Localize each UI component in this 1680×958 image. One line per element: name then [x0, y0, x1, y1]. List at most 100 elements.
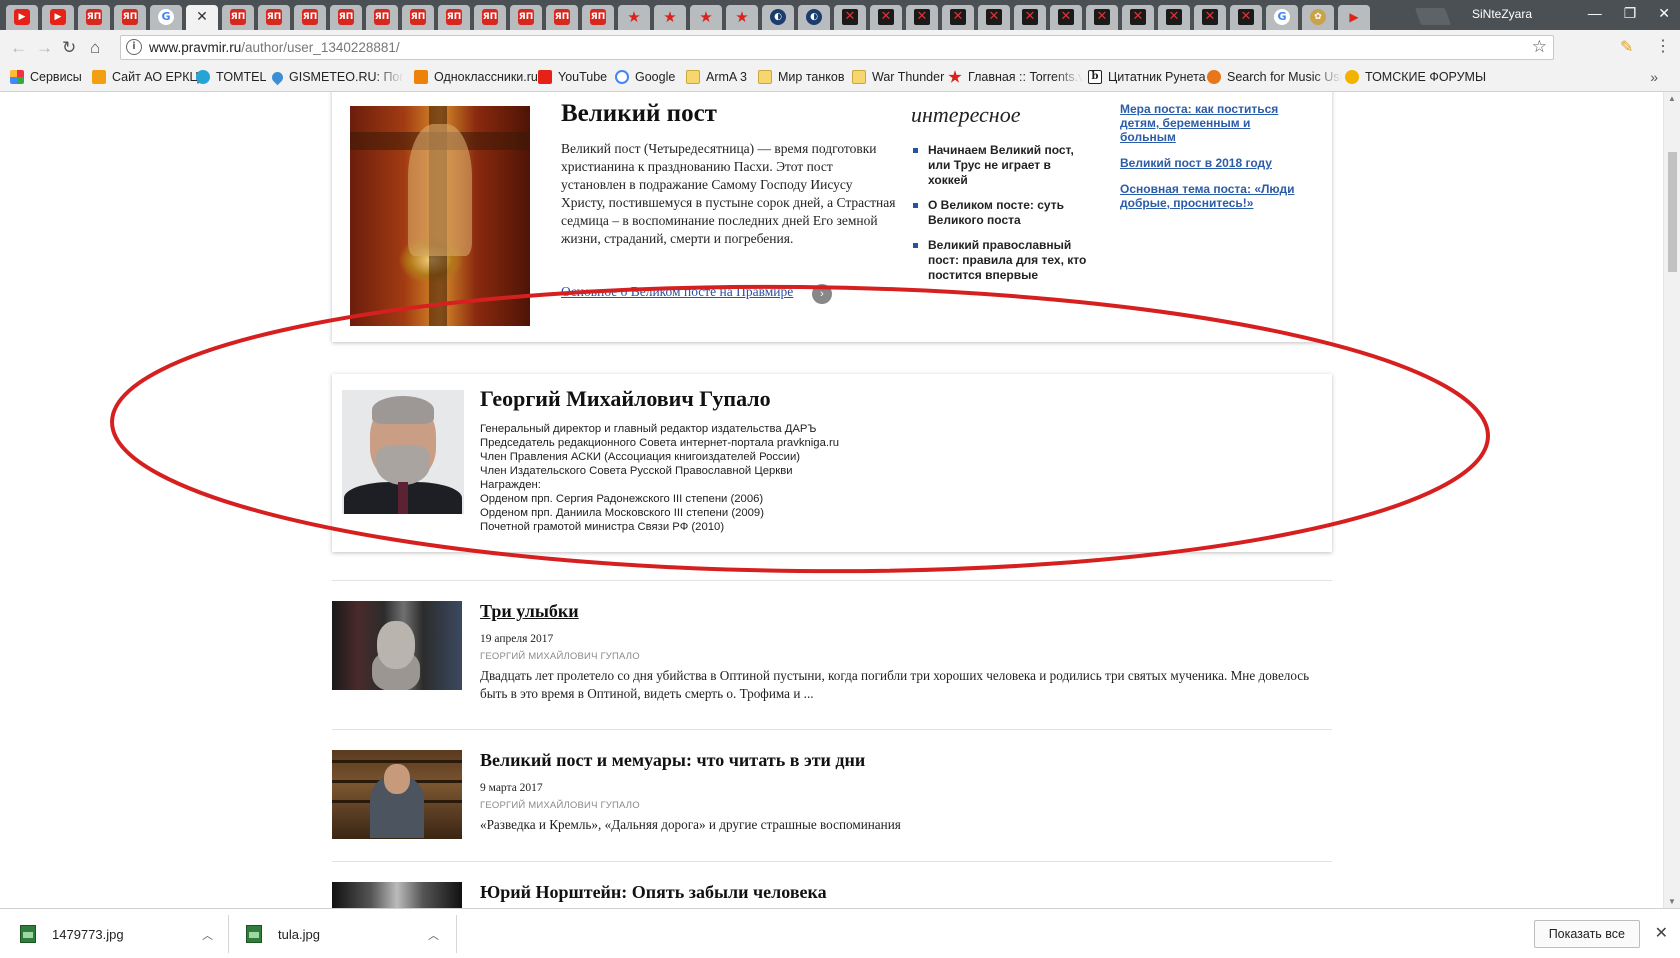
- tab[interactable]: ✕: [868, 3, 904, 30]
- back-icon[interactable]: ←: [10, 38, 27, 58]
- tab[interactable]: ✕: [1228, 3, 1264, 30]
- tab[interactable]: ◐: [760, 3, 796, 30]
- tab[interactable]: ✕: [1156, 3, 1192, 30]
- bookmark-item[interactable]: Search for Music Usin: [1207, 70, 1342, 84]
- tab[interactable]: ▶: [4, 3, 40, 30]
- tab[interactable]: ▶: [1336, 3, 1372, 30]
- tab[interactable]: ЯП: [544, 3, 580, 30]
- article-thumbnail[interactable]: [332, 750, 462, 839]
- lent-link[interactable]: Основная тема поста: «Люди добрые, просн…: [1120, 182, 1300, 210]
- download-item[interactable]: tula.jpg ︿: [246, 919, 446, 949]
- lent-link[interactable]: Великий пост в 2018 году: [1120, 156, 1300, 170]
- article-thumbnail[interactable]: [332, 882, 462, 908]
- bookmark-item[interactable]: YouTube: [538, 70, 607, 84]
- tab[interactable]: ✕: [832, 3, 868, 30]
- interesting-item[interactable]: Начинаем Великий пост, или Трус не играе…: [913, 143, 1093, 188]
- new-tab-button[interactable]: [1414, 8, 1452, 25]
- interesting-item[interactable]: Великий православный пост: правила для т…: [913, 238, 1093, 283]
- folder-icon: [686, 70, 700, 84]
- tab-active[interactable]: ✕: [184, 3, 220, 30]
- profile-name[interactable]: SiNteZyara: [1472, 7, 1532, 21]
- site-info-icon[interactable]: i: [126, 39, 142, 55]
- bookmark-item[interactable]: Google: [615, 70, 675, 84]
- bookmarks-overflow-icon[interactable]: »: [1650, 69, 1658, 85]
- tab[interactable]: ЯП: [292, 3, 328, 30]
- lent-main-link[interactable]: Основное о Великом посте на Правмире: [561, 284, 793, 300]
- bookmark-item[interactable]: Главная :: Torrents.vt: [948, 70, 1083, 84]
- tab[interactable]: G: [1264, 3, 1300, 30]
- author-name: Георгий Михайлович Гупало: [480, 386, 771, 411]
- minimize-icon[interactable]: —: [1588, 5, 1602, 22]
- scroll-down-icon[interactable]: ▼: [1668, 897, 1676, 906]
- bookmark-item[interactable]: TOMTEL: [196, 70, 266, 84]
- tab[interactable]: ▶: [40, 3, 76, 30]
- tab[interactable]: ✕: [940, 3, 976, 30]
- tab[interactable]: ★: [724, 3, 760, 30]
- restore-icon[interactable]: ❐: [1624, 5, 1637, 22]
- url-text[interactable]: www.pravmir.ru/author/user_1340228881/: [149, 40, 400, 55]
- extension-pencil-icon[interactable]: ✎: [1620, 37, 1633, 57]
- tab[interactable]: ЯП: [112, 3, 148, 30]
- bookmark-item[interactable]: GISMETEO.RU: Погод: [269, 69, 404, 85]
- show-all-downloads-button[interactable]: Показать все: [1533, 920, 1640, 948]
- close-icon[interactable]: ✕: [194, 9, 210, 25]
- tab[interactable]: ★: [652, 3, 688, 30]
- tab[interactable]: ✕: [1192, 3, 1228, 30]
- tab[interactable]: ЯП: [436, 3, 472, 30]
- article-title[interactable]: Юрий Норштейн: Опять забыли человека: [480, 882, 827, 903]
- menu-icon[interactable]: ⋮: [1655, 36, 1671, 56]
- tab[interactable]: ЯП: [508, 3, 544, 30]
- scroll-up-icon[interactable]: ▲: [1668, 94, 1676, 103]
- article-title[interactable]: Три улыбки: [480, 601, 579, 622]
- tab[interactable]: ✿: [1300, 3, 1336, 30]
- download-item[interactable]: 1479773.jpg ︿: [20, 919, 220, 949]
- tab[interactable]: ◐: [796, 3, 832, 30]
- tab[interactable]: ЯП: [256, 3, 292, 30]
- article-title[interactable]: Великий пост и мемуары: что читать в эти…: [480, 750, 865, 771]
- tab[interactable]: ✕: [976, 3, 1012, 30]
- x-icon: ✕: [878, 8, 894, 25]
- tab[interactable]: ★: [616, 3, 652, 30]
- chevron-up-icon[interactable]: ︿: [202, 927, 213, 943]
- tab[interactable]: ЯП: [472, 3, 508, 30]
- tab[interactable]: ЯП: [364, 3, 400, 30]
- article-author[interactable]: ГЕОРГИЙ МИХАЙЛОВИЧ ГУПАЛО: [480, 800, 640, 811]
- interesting-item[interactable]: О Великом посте: суть Великого поста: [913, 198, 1093, 228]
- tab[interactable]: ЯП: [580, 3, 616, 30]
- bookmark-item[interactable]: Одноклассники.ru: [414, 70, 538, 84]
- bookmark-star-icon[interactable]: ☆: [1532, 37, 1547, 57]
- tab[interactable]: ЯП: [328, 3, 364, 30]
- scrollbar-thumb[interactable]: [1668, 152, 1677, 272]
- tab[interactable]: ★: [688, 3, 724, 30]
- bookmark-item[interactable]: ArmA 3: [686, 70, 747, 84]
- download-filename: 1479773.jpg: [52, 926, 124, 942]
- bookmark-item[interactable]: b Цитатник Рунета: [1088, 70, 1206, 84]
- page-scrollbar[interactable]: ▲ ▼: [1663, 92, 1680, 908]
- bookmark-item[interactable]: ТОМСКИЕ ФОРУМЫ: [1345, 70, 1486, 84]
- article-author[interactable]: ГЕОРГИЙ МИХАЙЛОВИЧ ГУПАЛО: [480, 651, 640, 662]
- tab[interactable]: ЯП: [400, 3, 436, 30]
- article-thumbnail[interactable]: [332, 601, 462, 690]
- bookmark-item[interactable]: Мир танков: [758, 70, 844, 84]
- bookmark-item[interactable]: War Thunder: [852, 70, 944, 84]
- close-window-icon[interactable]: ✕: [1658, 5, 1670, 22]
- tab[interactable]: ЯП: [76, 3, 112, 30]
- article-date: 19 апреля 2017: [480, 633, 554, 645]
- lent-link[interactable]: Мера поста: как поститься детям, беремен…: [1120, 102, 1300, 144]
- tab[interactable]: ЯП: [220, 3, 256, 30]
- tab[interactable]: ✕: [1084, 3, 1120, 30]
- chevron-up-icon[interactable]: ︿: [428, 927, 439, 943]
- tab[interactable]: ✕: [1012, 3, 1048, 30]
- address-bar[interactable]: i www.pravmir.ru/author/user_1340228881/…: [120, 35, 1554, 60]
- tab[interactable]: G: [148, 3, 184, 30]
- forward-icon[interactable]: →: [36, 38, 53, 58]
- close-icon[interactable]: ✕: [1655, 923, 1668, 943]
- tab[interactable]: ✕: [1120, 3, 1156, 30]
- bookmark-item[interactable]: Сайт АО ЕРКЦ: [92, 70, 199, 84]
- tab[interactable]: ✕: [1048, 3, 1084, 30]
- home-icon[interactable]: ⌂: [90, 38, 100, 58]
- reload-icon[interactable]: ↻: [62, 38, 76, 58]
- bookmark-item[interactable]: Сервисы: [10, 70, 82, 84]
- tab[interactable]: ✕: [904, 3, 940, 30]
- arrow-right-icon[interactable]: ›: [812, 284, 832, 304]
